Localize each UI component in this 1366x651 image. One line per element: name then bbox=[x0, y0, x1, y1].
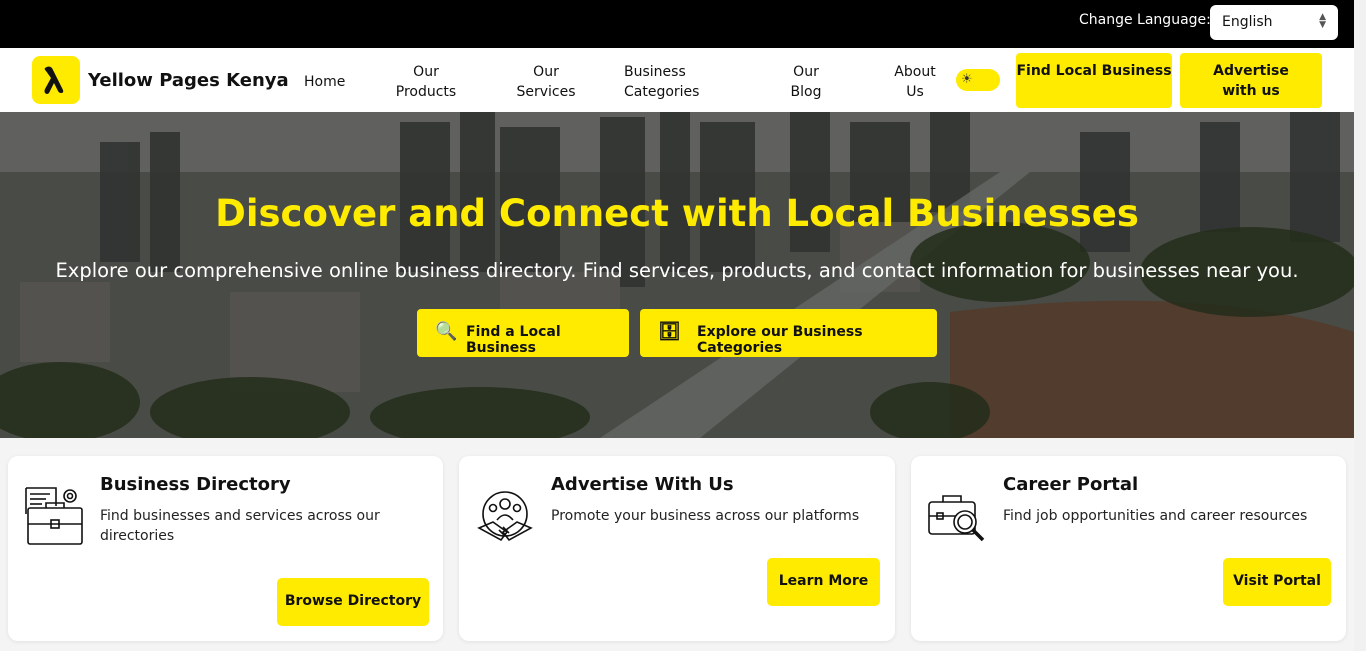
hero-title: Discover and Connect with Local Business… bbox=[215, 192, 1139, 235]
hero-section: Discover and Connect with Local Business… bbox=[0, 112, 1354, 438]
learn-more-button[interactable]: Learn More bbox=[767, 558, 880, 606]
card-title: Business Directory bbox=[100, 474, 291, 495]
hero-subtitle: Explore our comprehensive online busines… bbox=[55, 259, 1299, 282]
logo[interactable] bbox=[32, 56, 80, 104]
nav-our-blog[interactable]: Our Blog bbox=[788, 62, 824, 102]
card-business-directory: Business Directory Find businesses and s… bbox=[8, 456, 443, 641]
card-description: Find businesses and services across our … bbox=[100, 508, 380, 544]
card-career-portal: Career Portal Find job opportunities and… bbox=[911, 456, 1346, 641]
language-select[interactable]: English ▲ ▼ bbox=[1210, 5, 1338, 40]
nav-home[interactable]: Home bbox=[304, 72, 345, 92]
card-title: Advertise With Us bbox=[551, 474, 734, 495]
briefcase-magnifier-icon bbox=[928, 495, 985, 542]
card-title: Career Portal bbox=[1003, 474, 1139, 495]
visit-portal-button[interactable]: Visit Portal bbox=[1223, 558, 1331, 606]
nav-business-categories[interactable]: Business Categories bbox=[624, 62, 714, 102]
handshake-team-icon bbox=[477, 491, 533, 542]
file-cabinet-icon: 🗄 bbox=[658, 321, 681, 342]
nav-about-us[interactable]: About Us bbox=[893, 62, 937, 102]
card-advertise-with-us: Advertise With Us Promote your business … bbox=[459, 456, 895, 641]
sun-icon: ☀ bbox=[961, 72, 973, 87]
theme-toggle[interactable]: ☀ bbox=[956, 69, 1000, 91]
explore-categories-label: Explore our Business Categories bbox=[697, 324, 863, 356]
advertise-with-us-button[interactable]: Advertise with us bbox=[1180, 53, 1322, 108]
magnifier-icon: 🔍 bbox=[435, 321, 458, 342]
nav-our-services[interactable]: Our Services bbox=[514, 62, 578, 102]
find-local-business-button[interactable]: Find Local Business bbox=[1016, 53, 1172, 108]
walking-fingers-icon bbox=[44, 66, 64, 94]
main-nav: Yellow Pages Kenya Home Our Products Our… bbox=[0, 48, 1354, 112]
chevron-updown-icon: ▲ ▼ bbox=[1319, 12, 1326, 30]
card-description: Promote your business across our platfor… bbox=[551, 508, 860, 524]
brand-name: Yellow Pages Kenya bbox=[88, 70, 289, 91]
find-local-business-hero-button[interactable]: 🔍 Find a Local Business bbox=[417, 309, 629, 357]
browse-directory-button[interactable]: Browse Directory bbox=[277, 578, 429, 626]
briefcase-document-icon bbox=[25, 487, 83, 545]
top-bar: Change Language: English ▲ ▼ bbox=[0, 0, 1354, 48]
card-description: Find job opportunities and career resour… bbox=[1003, 508, 1308, 524]
page-scrollbar[interactable] bbox=[1354, 0, 1366, 651]
change-language-label: Change Language: bbox=[1079, 12, 1211, 28]
language-select-value: English bbox=[1222, 14, 1273, 30]
nav-our-products[interactable]: Our Products bbox=[392, 62, 460, 102]
find-local-business-hero-label: Find a Local Business bbox=[466, 324, 561, 356]
explore-categories-button[interactable]: 🗄 Explore our Business Categories bbox=[640, 309, 937, 357]
